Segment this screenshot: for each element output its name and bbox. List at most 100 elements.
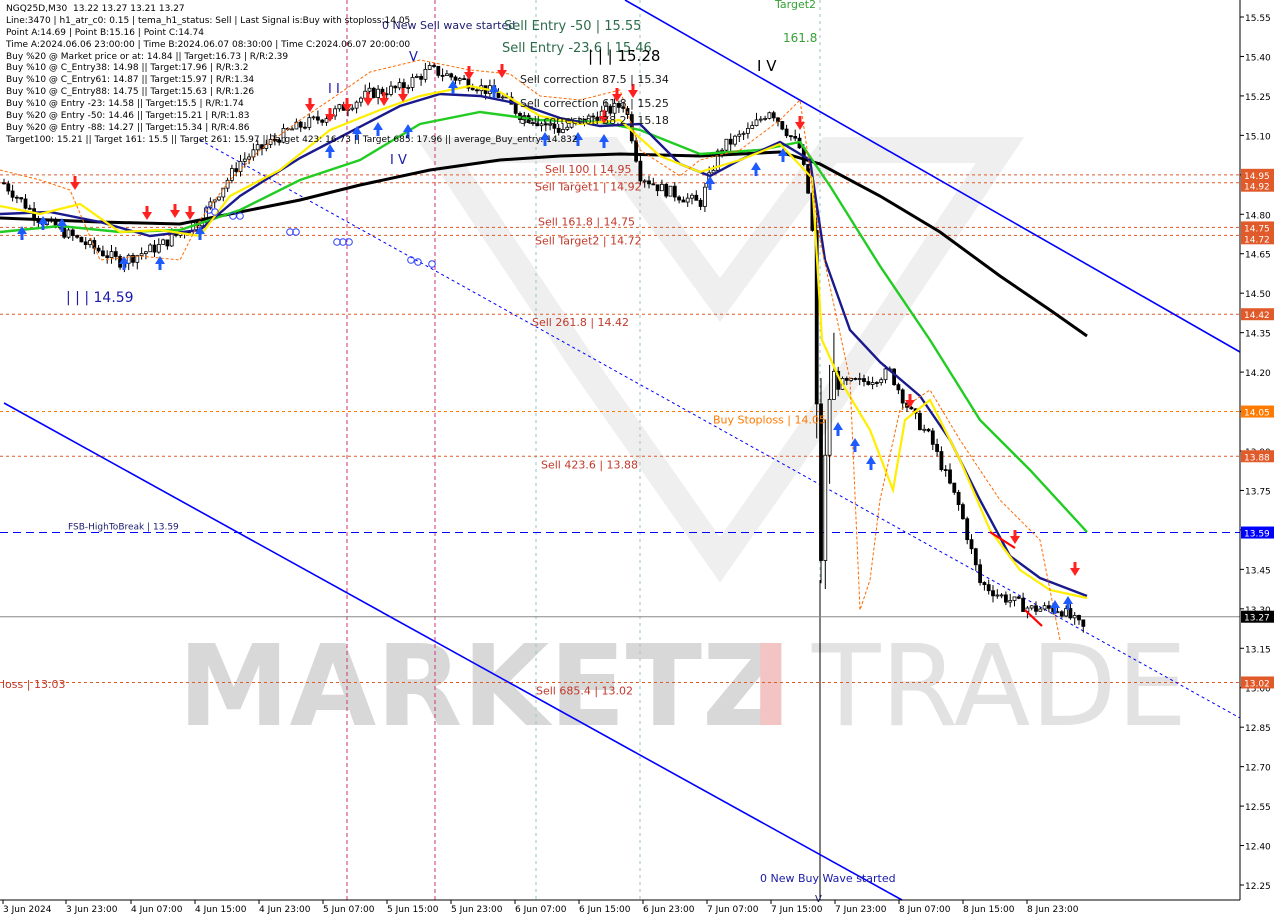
- info-line: Buy %10 @ C_Entry88: 14.75 || Target:15.…: [6, 87, 255, 98]
- wave-iv-label: I V: [757, 57, 777, 75]
- time-tick-label: 3 Jun 23:00: [66, 905, 118, 915]
- level-label: Sell 100 | 14.95: [545, 163, 632, 176]
- candle-body: [156, 244, 161, 253]
- candle-body: [79, 236, 84, 243]
- candle-body: [806, 164, 810, 194]
- candle-body: [986, 584, 991, 592]
- level-label: Buy Stoploss | 14.05: [713, 414, 826, 427]
- candle-body: [991, 590, 995, 597]
- candle-body: [96, 247, 101, 252]
- candle-body: [161, 239, 166, 245]
- symbol-label: NGQ25D,M30: [6, 4, 68, 14]
- wave-iv-label: I V: [390, 153, 407, 168]
- price-tag-label: 13.59: [1244, 530, 1270, 540]
- candle-body: [634, 140, 638, 162]
- candle-body: [844, 378, 849, 381]
- candle-body: [1038, 608, 1043, 612]
- info-line: Line:3470 | h1_atr_c0: 0.15 | tema_h1_st…: [6, 15, 411, 26]
- price-tag-label: 14.72: [1244, 235, 1270, 245]
- candle-body: [1004, 594, 1008, 603]
- price-tick-label: 15.10: [1245, 132, 1271, 142]
- candle-body: [1008, 600, 1013, 603]
- candle-body: [896, 384, 901, 391]
- price-tick-label: 13.45: [1245, 566, 1271, 576]
- wave-low-label: | | | 14.59: [66, 290, 134, 306]
- info-line: Buy %20 @ Entry -88: 14.27 || Target:15.…: [6, 122, 250, 133]
- candle-body: [660, 183, 664, 192]
- price-tag-label: 14.05: [1244, 409, 1270, 419]
- price-tick-label: 12.40: [1245, 843, 1271, 853]
- candle-body: [965, 518, 970, 541]
- candle-body: [862, 378, 866, 382]
- time-tick-label: 5 Jun 07:00: [323, 905, 375, 915]
- level-label: Sell 685.4 | 13.02: [536, 684, 633, 697]
- ohlc-label: 13.22 13.27 13.21 13.27: [73, 4, 185, 14]
- price-tick-label: 12.85: [1245, 724, 1271, 734]
- level-label: Sell Target2 | 14.72: [535, 234, 642, 247]
- candle-body: [771, 112, 776, 119]
- candle-body: [1021, 597, 1025, 612]
- time-tick-label: 7 Jun 23:00: [835, 905, 887, 915]
- price-tick-label: 13.75: [1245, 487, 1271, 497]
- candle-body: [251, 149, 256, 158]
- candle-body: [694, 194, 699, 201]
- candle-body: [677, 196, 681, 201]
- candle-body: [27, 207, 32, 210]
- level-label: loss | 13.03: [2, 678, 65, 691]
- price-tick-label: 13.15: [1245, 645, 1271, 655]
- info-line: Buy %10 @ C_Entry61: 14.87 || Target:15.…: [6, 75, 255, 86]
- candle-body: [728, 138, 733, 145]
- candle-body: [870, 382, 875, 385]
- fib-label: 161.8: [783, 31, 817, 45]
- candle-body: [948, 469, 952, 484]
- candle-body: [875, 382, 879, 384]
- candle-body: [1012, 596, 1017, 601]
- price-tag-label: 13.02: [1244, 679, 1270, 689]
- candle-body: [165, 239, 170, 247]
- time-tick-label: 5 Jun 23:00: [451, 905, 503, 915]
- candle-body: [10, 190, 15, 198]
- candle-body: [767, 112, 772, 119]
- candle-body: [982, 582, 987, 586]
- candle-body: [668, 185, 673, 197]
- candle-body: [741, 132, 746, 135]
- candle-body: [1072, 615, 1077, 619]
- candle-body: [943, 469, 948, 471]
- candle-body: [978, 564, 982, 583]
- price-tick-label: 15.55: [1245, 14, 1271, 24]
- candle-body: [169, 233, 174, 247]
- candle-body: [690, 194, 694, 199]
- candle-body: [105, 255, 110, 259]
- time-tick-label: 6 Jun 23:00: [643, 905, 695, 915]
- info-line: Time A:2024.06.06 23:00:00 | Time B:2024…: [6, 39, 411, 50]
- price-tick-label: 12.70: [1245, 764, 1271, 774]
- candle-body: [922, 428, 927, 431]
- candle-body: [109, 251, 114, 259]
- candle-body: [113, 251, 118, 257]
- candle-body: [647, 180, 651, 185]
- watermark-i: I: [750, 622, 792, 752]
- info-line: Point A:14.69 | Point B:15.16 | Point C:…: [6, 27, 204, 38]
- candle-body: [918, 412, 922, 431]
- candle-body: [973, 548, 978, 566]
- candle-body: [664, 183, 669, 197]
- candle-body: [746, 128, 750, 134]
- candle-body: [793, 136, 798, 139]
- candle-body: [83, 241, 88, 246]
- candle-body: [703, 186, 707, 207]
- level-label: Sell 261.8 | 14.42: [532, 316, 629, 329]
- level-label: Sell Target1 | 14.92: [535, 181, 642, 194]
- candle-body: [1059, 611, 1064, 617]
- candle-body: [70, 229, 75, 236]
- time-tick-label: 8 Jun 15:00: [963, 905, 1015, 915]
- candle-body: [832, 370, 836, 400]
- candle-body: [1047, 605, 1051, 609]
- candle-body: [152, 244, 157, 253]
- time-tick-label: 6 Jun 07:00: [515, 905, 567, 915]
- candle-body: [655, 184, 660, 192]
- candle-body: [139, 253, 144, 256]
- candle-body: [857, 378, 862, 380]
- candle-body: [1081, 619, 1086, 627]
- time-tick-label: 7 Jun 07:00: [707, 905, 759, 915]
- candle-body: [952, 482, 957, 493]
